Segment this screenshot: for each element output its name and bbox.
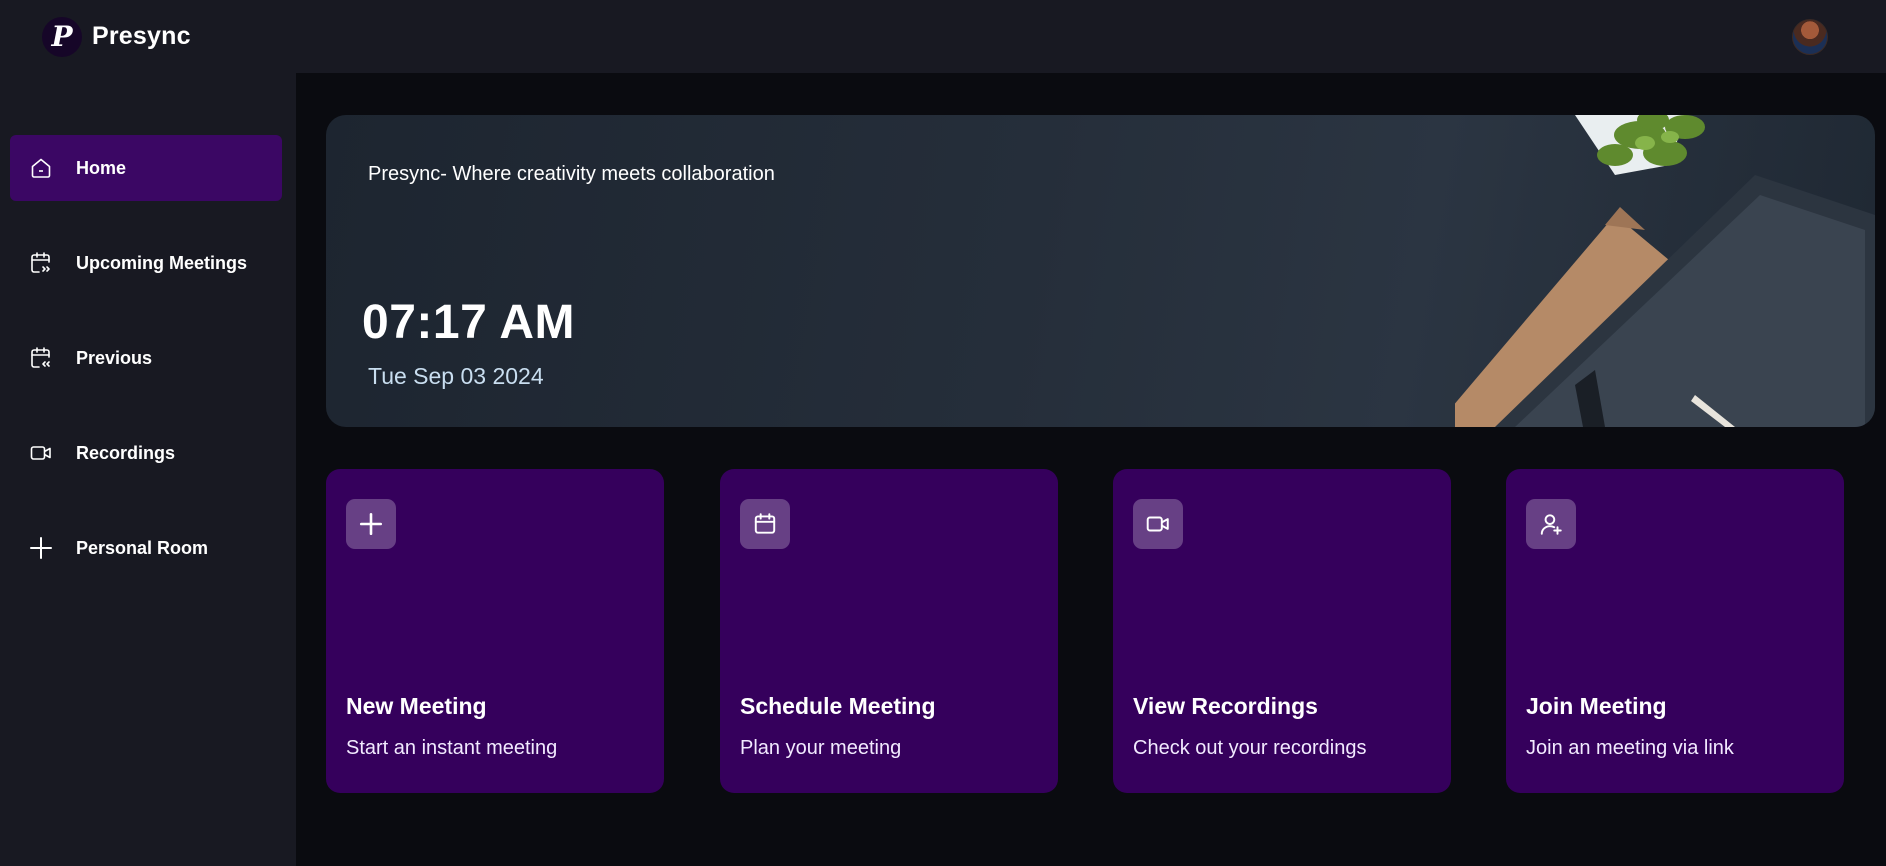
sidebar-item-upcoming-meetings[interactable]: Upcoming Meetings [10, 230, 282, 296]
card-subtitle: Start an instant meeting [346, 737, 558, 759]
user-avatar[interactable] [1792, 18, 1828, 55]
sidebar-item-label: Previous [76, 347, 153, 368]
brand[interactable]: P Presync [42, 16, 191, 57]
plus-icon [28, 535, 54, 561]
card-title: New Meeting [346, 693, 487, 719]
card-title: View Recordings [1133, 693, 1318, 719]
sidebar: Home Upcoming Meetings Previous Recordin… [0, 73, 296, 866]
new-meeting-card[interactable]: New Meeting Start an instant meeting [326, 469, 664, 793]
hero-tagline: Presync- Where creativity meets collabor… [368, 163, 775, 185]
current-date: Tue Sep 03 2024 [368, 363, 544, 389]
plus-icon [346, 499, 396, 549]
top-navbar: P Presync [0, 0, 1886, 73]
card-subtitle: Plan your meeting [740, 737, 902, 759]
current-time: 07:17 AM [362, 296, 575, 349]
card-subtitle: Check out your recordings [1133, 737, 1367, 759]
card-subtitle: Join an meeting via link [1526, 737, 1734, 759]
schedule-meeting-card[interactable]: Schedule Meeting Plan your meeting [720, 469, 1058, 793]
sidebar-item-recordings[interactable]: Recordings [10, 420, 282, 486]
sidebar-item-home[interactable]: Home [10, 135, 282, 201]
sidebar-item-label: Upcoming Meetings [76, 252, 248, 273]
sidebar-item-previous[interactable]: Previous [10, 325, 282, 391]
sidebar-item-label: Personal Room [76, 537, 209, 558]
brand-logo: P [42, 16, 82, 57]
video-icon [28, 440, 54, 466]
calendar-upcoming-icon [28, 250, 54, 276]
card-title: Schedule Meeting [740, 693, 936, 719]
user-plus-icon [1526, 499, 1576, 549]
calendar-icon [740, 499, 790, 549]
calendar-previous-icon [28, 345, 54, 371]
video-icon [1133, 499, 1183, 549]
home-icon [28, 155, 54, 181]
join-meeting-card[interactable]: Join Meeting Join an meeting via link [1506, 469, 1844, 793]
hero-background-image [1455, 115, 1875, 427]
card-title: Join Meeting [1526, 693, 1667, 719]
view-recordings-card[interactable]: View Recordings Check out your recording… [1113, 469, 1451, 793]
sidebar-item-personal-room[interactable]: Personal Room [10, 515, 282, 581]
brand-name: Presync [92, 22, 191, 50]
sidebar-item-label: Home [76, 157, 127, 178]
sidebar-item-label: Recordings [76, 442, 176, 463]
hero-banner: Presync- Where creativity meets collabor… [326, 115, 1875, 427]
